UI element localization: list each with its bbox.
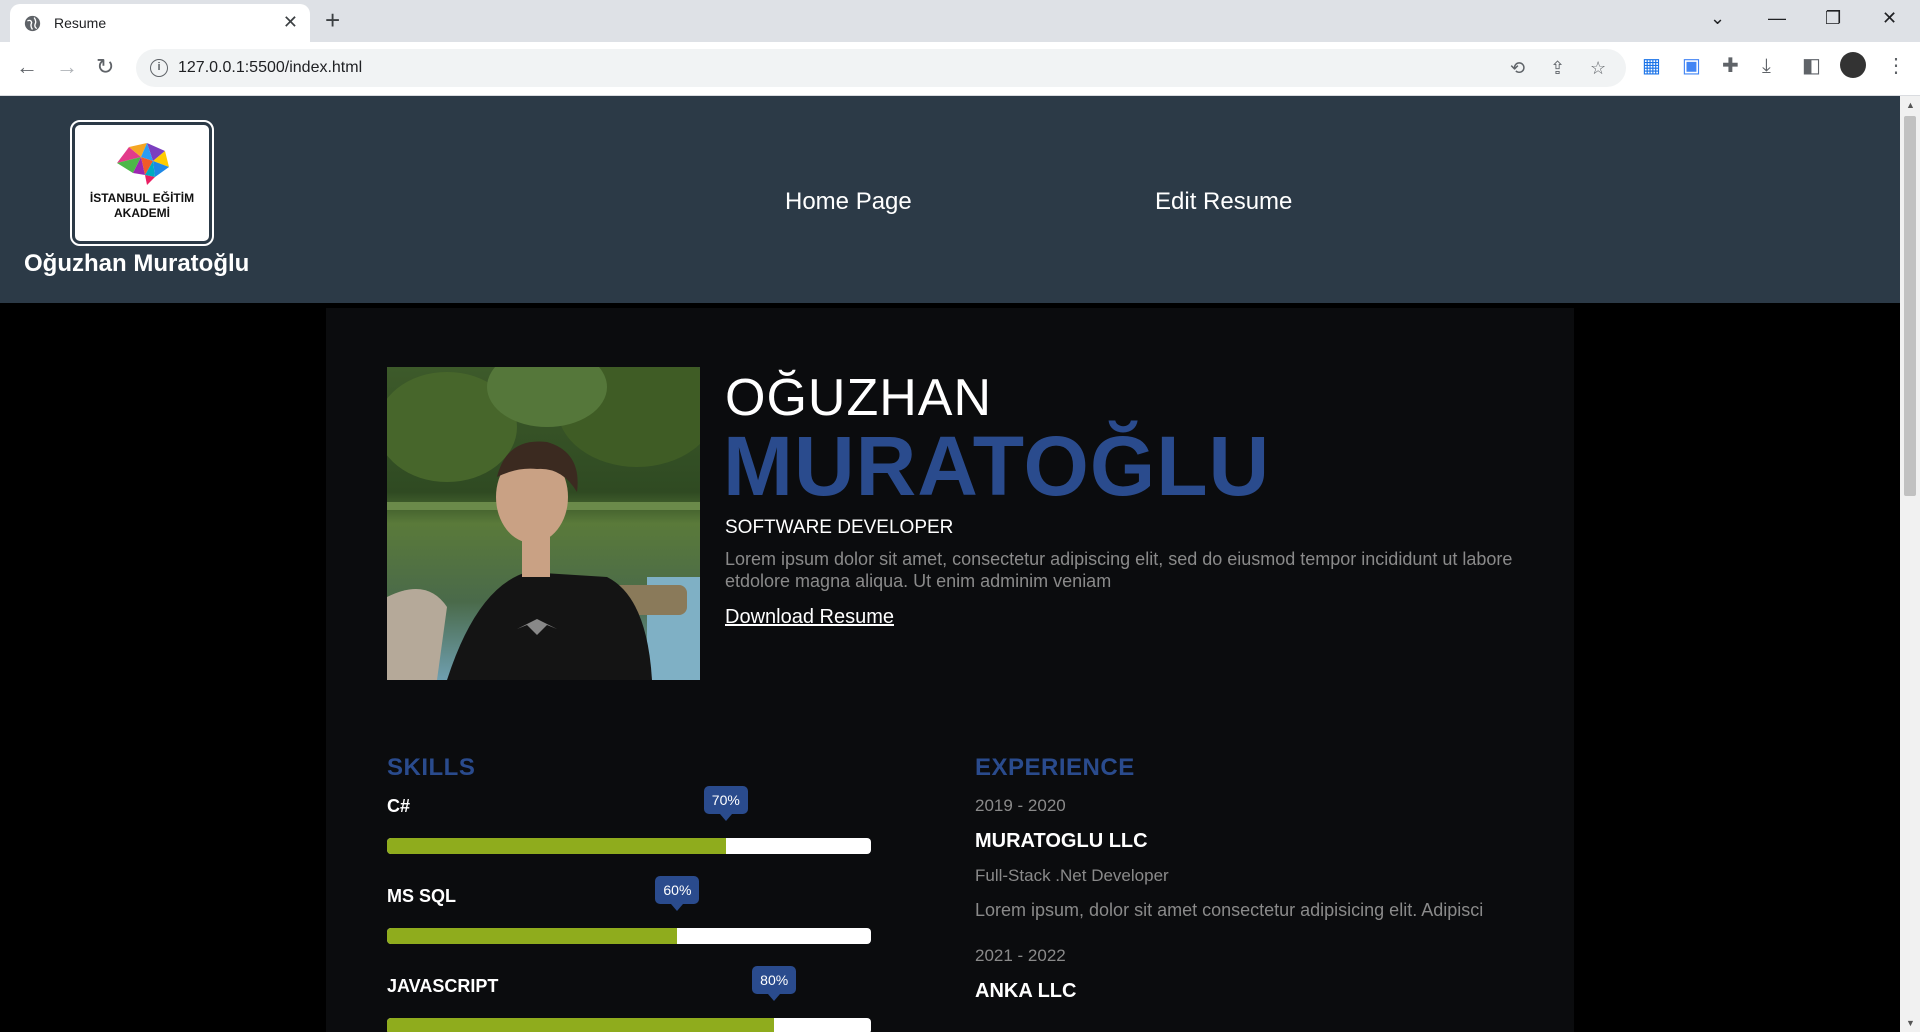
skill-progress-bar	[387, 1018, 871, 1032]
globe-icon	[24, 15, 41, 32]
reload-icon[interactable]: ↻	[96, 54, 114, 80]
academy-logo[interactable]: İSTANBUL EĞİTİM AKADEMİ	[70, 120, 214, 246]
restore-button[interactable]: ❐	[1825, 6, 1841, 30]
browser-toolbar: ← → ↻ i 127.0.0.1:5500/index.html ⟲ ⇪ ☆ …	[0, 42, 1920, 96]
downloads-icon[interactable]: ⤓	[1762, 54, 1771, 78]
site-header: İSTANBUL EĞİTİM AKADEMİ Oğuzhan Muratoğl…	[0, 96, 1900, 303]
skill-progress-fill	[387, 1018, 775, 1032]
scroll-up-arrow-icon[interactable]: ▲	[1906, 100, 1915, 110]
experience-company: ANKA LLC	[975, 980, 1077, 1002]
menu-kebab-icon[interactable]: ⋮	[1886, 54, 1906, 78]
bookmark-star-icon[interactable]: ☆	[1590, 57, 1606, 79]
close-window-button[interactable]: ✕	[1882, 6, 1897, 30]
close-tab-icon[interactable]: ✕	[283, 12, 298, 32]
job-title: SOFTWARE DEVELOPER	[725, 517, 954, 538]
profile-photo	[387, 367, 700, 680]
back-icon[interactable]: ←	[16, 54, 38, 80]
side-panel-icon[interactable]: ◧	[1802, 54, 1821, 78]
scrollbar-thumb[interactable]	[1904, 116, 1916, 496]
skill-percent-tooltip: 80%	[752, 966, 797, 1001]
new-tab-button[interactable]: +	[325, 6, 340, 34]
skills-title: SKILLS	[387, 754, 476, 781]
address-bar[interactable]: i 127.0.0.1:5500/index.html ⟲ ⇪ ☆	[136, 49, 1626, 87]
skill-percent-tooltip: 60%	[655, 876, 700, 911]
brain-logo-icon	[117, 143, 169, 185]
skill-progress-fill	[387, 838, 726, 854]
skill-name: JAVASCRIPT	[387, 976, 499, 996]
skill-progress-bar	[387, 928, 871, 944]
profile-avatar[interactable]	[1840, 52, 1866, 78]
experience-description: Lorem ipsum, dolor sit amet consectetur …	[975, 900, 1484, 920]
forward-icon[interactable]: →	[56, 54, 78, 80]
experience-date: 2021 - 2022	[975, 946, 1066, 965]
download-resume-link[interactable]: Download Resume	[725, 606, 894, 629]
page-scrollbar[interactable]: ▲ ▼	[1900, 96, 1920, 1032]
experience-role: Full-Stack .Net Developer	[975, 866, 1169, 885]
scroll-down-arrow-icon[interactable]: ▼	[1906, 1018, 1915, 1028]
info-icon[interactable]: i	[150, 59, 168, 77]
browser-tab[interactable]: Resume ✕	[10, 4, 310, 42]
experience-title: EXPERIENCE	[975, 754, 1135, 781]
minimize-button[interactable]: —	[1768, 6, 1786, 30]
logo-text-line2: AKADEMİ	[114, 206, 170, 220]
experience-company: MURATOGLU LLC	[975, 830, 1148, 852]
bio-text: Lorem ipsum dolor sit amet, consectetur …	[725, 549, 1513, 591]
resume-card: OĞUZHAN MURATOĞLU SOFTWARE DEVELOPER Lor…	[326, 308, 1574, 1032]
extensions-puzzle-icon[interactable]: ✚	[1722, 54, 1739, 78]
skill-name: MS SQL	[387, 886, 457, 906]
tab-title: Resume	[54, 15, 107, 31]
logo-text: İSTANBUL EĞİTİM AKADEMİ	[75, 191, 209, 221]
skill-percent-tooltip: 70%	[703, 786, 748, 821]
nav-edit-resume[interactable]: Edit Resume	[1155, 188, 1292, 216]
skill-name: C#	[387, 796, 411, 816]
logo-text-line1: İSTANBUL EĞİTİM	[89, 191, 195, 205]
translate-icon[interactable]: ⟲	[1510, 57, 1525, 79]
extension-chart-icon[interactable]: ▦	[1642, 54, 1661, 78]
page-viewport: İSTANBUL EĞİTİM AKADEMİ Oğuzhan Muratoğl…	[0, 96, 1900, 1032]
skill-progress-bar	[387, 838, 871, 854]
url-text[interactable]: 127.0.0.1:5500/index.html	[178, 59, 362, 77]
last-name: MURATOĞLU	[723, 419, 1271, 513]
site-owner-name: Oğuzhan Muratoğlu	[24, 250, 250, 277]
share-icon[interactable]: ⇪	[1550, 57, 1565, 79]
nav-home-page[interactable]: Home Page	[785, 188, 912, 216]
experience-date: 2019 - 2020	[975, 796, 1066, 815]
tab-search-icon[interactable]: ⌄	[1710, 6, 1725, 30]
browser-tab-bar: Resume ✕ + ⌄ — ❐ ✕	[0, 0, 1920, 42]
skill-progress-fill	[387, 928, 678, 944]
google-translate-icon[interactable]: ▣	[1682, 54, 1701, 78]
